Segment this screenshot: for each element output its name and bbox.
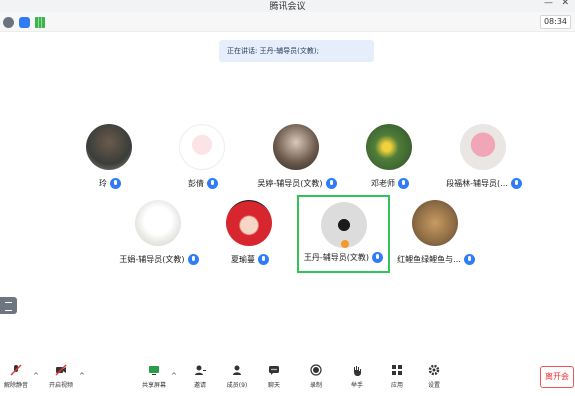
- video-button[interactable]: 开启视频: [46, 364, 76, 389]
- share-screen-button[interactable]: 共享屏幕: [139, 364, 169, 389]
- gear-icon: [428, 364, 440, 376]
- avatar: [179, 124, 225, 170]
- chat-button[interactable]: 聊天: [259, 364, 289, 389]
- avatar: [226, 200, 272, 246]
- raise-hand-label: 举手: [350, 382, 363, 389]
- mic-icon: [510, 178, 522, 189]
- add-person-icon: [195, 365, 206, 375]
- record-label: 录制: [309, 382, 322, 389]
- participant-tile[interactable]: 夏瑜蔓: [202, 192, 298, 282]
- settings-label: 设置: [427, 382, 440, 389]
- avatar: [366, 124, 412, 170]
- mic-icon: [372, 252, 384, 263]
- avatar: [86, 124, 132, 170]
- avatar: [412, 200, 458, 246]
- participant-tile-active[interactable]: 王丹-辅导员(文教): [297, 195, 390, 273]
- close-button[interactable]: ✕: [561, 0, 569, 8]
- mic-icon: [110, 178, 121, 189]
- audio-options-chevron-icon[interactable]: ^: [33, 372, 39, 380]
- mic-icon: [463, 254, 475, 265]
- mic-icon: [258, 254, 269, 265]
- members-button[interactable]: 成员(9): [222, 364, 252, 389]
- participant-name: 红鲤鱼绿鲤鱼与...: [397, 255, 461, 264]
- participant-name: 彭倩: [188, 179, 204, 188]
- invite-label: 邀请: [193, 382, 206, 389]
- record-icon: [310, 364, 322, 376]
- members-label: 成员(9): [226, 382, 248, 389]
- participant-name: 玲: [99, 179, 107, 188]
- avatar: [273, 124, 319, 170]
- record-button[interactable]: 录制: [301, 364, 331, 389]
- participant-name: 段福林-辅导员(...: [446, 179, 508, 188]
- share-label: 共享屏幕: [141, 382, 166, 389]
- signal-icon[interactable]: [35, 17, 45, 28]
- apps-grid-icon: [392, 365, 402, 375]
- avatar: [135, 200, 181, 246]
- mic-icon: [325, 178, 337, 189]
- info-icon[interactable]: [3, 17, 14, 28]
- meeting-clock: 08:34: [539, 15, 571, 29]
- participant-tile[interactable]: 王娟-辅导员(文教): [111, 192, 207, 282]
- status-bar: 08:34: [0, 12, 575, 32]
- participant-name: 王娟-辅导员(文教): [119, 255, 185, 264]
- host-badge-icon: [341, 240, 349, 248]
- share-screen-icon: [149, 366, 159, 375]
- minimize-button[interactable]: —: [544, 0, 553, 8]
- hand-icon: [354, 366, 361, 376]
- camera-off-icon: [55, 364, 67, 376]
- bottom-toolbar: 解除静音 ^ 开启视频 ^ 共享屏幕 ^ 邀请 成员(9) 聊天 录制 举手 应…: [0, 360, 575, 396]
- apps-label: 应用: [390, 382, 403, 389]
- participant-name: 吴婷-辅导员(文教): [257, 179, 323, 188]
- video-label: 开启视频: [48, 382, 73, 389]
- title-bar: 腾讯会议 — ✕: [0, 0, 575, 12]
- members-icon: [233, 365, 241, 375]
- video-options-chevron-icon[interactable]: ^: [79, 372, 85, 380]
- chat-icon: [269, 366, 279, 375]
- app-title: 腾讯会议: [269, 2, 306, 12]
- apps-button[interactable]: 应用: [382, 364, 412, 389]
- participant-name: 邓老师: [371, 179, 395, 188]
- speaking-banner: 正在讲话: 王丹-辅导员(文教);: [219, 40, 374, 62]
- unmute-label: 解除静音: [3, 382, 28, 389]
- avatar: [460, 124, 506, 170]
- mic-icon: [187, 254, 199, 265]
- list-toggle-icon[interactable]: [0, 297, 17, 314]
- mic-muted-icon: [10, 364, 22, 376]
- mic-icon: [207, 178, 218, 189]
- shield-icon[interactable]: [19, 17, 30, 28]
- invite-button[interactable]: 邀请: [185, 364, 215, 389]
- share-options-chevron-icon[interactable]: ^: [171, 372, 177, 380]
- unmute-button[interactable]: 解除静音: [1, 364, 31, 389]
- participant-tile[interactable]: 红鲤鱼绿鲤鱼与...: [388, 192, 484, 282]
- participant-name: 王丹-辅导员(文教): [303, 253, 370, 262]
- settings-button[interactable]: 设置: [419, 364, 449, 389]
- participant-name: 夏瑜蔓: [231, 255, 255, 264]
- leave-meeting-button[interactable]: 离开会: [540, 366, 574, 388]
- mic-icon: [398, 178, 409, 189]
- chat-label: 聊天: [267, 382, 280, 389]
- raise-hand-button[interactable]: 举手: [342, 364, 372, 389]
